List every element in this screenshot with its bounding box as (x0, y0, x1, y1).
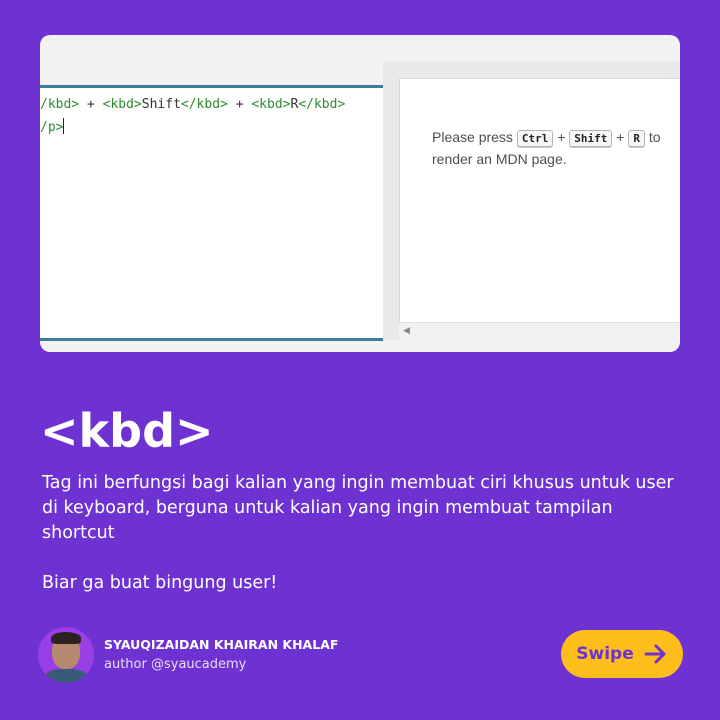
output-token: to (645, 129, 661, 145)
code-token: + (79, 97, 103, 112)
output-line-2: render an MDN page. (432, 151, 567, 167)
code-line-1: /kbd> + <kbd>Shift</kbd> + <kbd>R</kbd> (40, 97, 345, 112)
screenshot-card: /kbd> + <kbd>Shift</kbd> + <kbd>R</kbd> … (40, 35, 680, 352)
triangle-left-icon[interactable]: ◀ (403, 325, 410, 336)
code-token: /kbd> (40, 97, 80, 112)
output-frame: Please press Ctrl + Shift + R to render … (383, 62, 680, 340)
code-line-2: /p> (40, 118, 65, 135)
horizontal-scrollbar[interactable]: ◀ (399, 322, 680, 340)
code-token: + (227, 97, 252, 112)
tagline: Biar ga buat bingung user! (42, 573, 278, 593)
description: Tag ini berfungsi bagi kalian yang ingin… (42, 473, 674, 543)
code-token: </kbd> (180, 97, 228, 112)
author-handle: author @syaucademy (104, 657, 247, 672)
code-token: <kbd> (102, 97, 142, 112)
page-title: <kbd> (40, 404, 214, 458)
output-line-1: Please press Ctrl + Shift + R to (432, 126, 680, 148)
text-cursor (63, 118, 65, 134)
kbd-key: Shift (569, 130, 613, 147)
swipe-label: Swipe (576, 644, 634, 664)
arrow-right-icon (644, 644, 666, 664)
output-token: + (612, 129, 629, 145)
code-editor[interactable]: /kbd> + <kbd>Shift</kbd> + <kbd>R</kbd> … (40, 85, 383, 341)
output-token: + (553, 129, 570, 145)
output-token: Please press (432, 129, 517, 145)
code-content: /kbd> + <kbd>Shift</kbd> + <kbd>R</kbd> … (40, 88, 383, 139)
code-token: <kbd> (251, 97, 291, 112)
avatar (38, 627, 94, 683)
code-token: Shift (141, 97, 181, 112)
output-preview: Please press Ctrl + Shift + R to render … (399, 78, 680, 322)
swipe-button[interactable]: Swipe (561, 630, 683, 678)
author-name: SYAUQIZAIDAN KHAIRAN KHALAF (104, 637, 339, 652)
kbd-key: R (628, 130, 646, 147)
kbd-key: Ctrl (516, 130, 554, 147)
output-text: Please press Ctrl + Shift + R to render … (432, 126, 680, 170)
code-token: </kbd> (298, 97, 346, 112)
code-token: /p> (40, 120, 64, 135)
